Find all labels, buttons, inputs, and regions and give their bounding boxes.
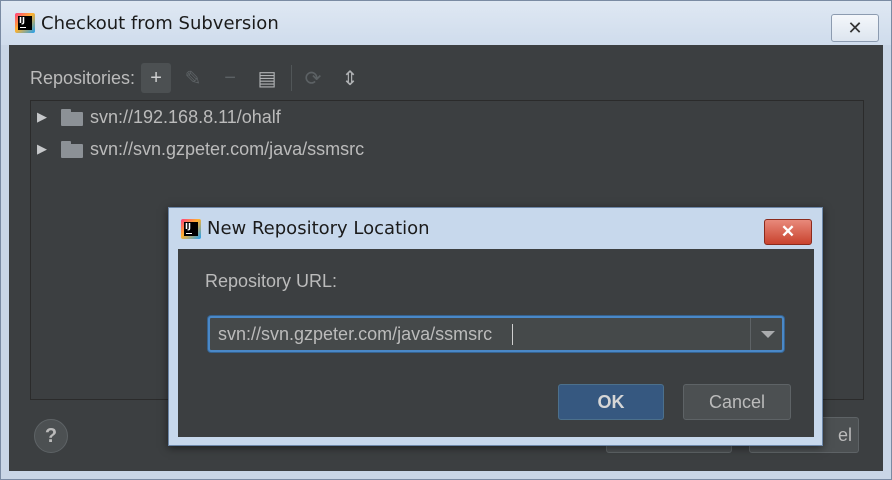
tree-row[interactable]: ▶ svn://192.168.8.11/ohalf xyxy=(31,104,281,130)
browse-icon: ▤ xyxy=(257,67,277,90)
dialog-close-button[interactable]: ✕ xyxy=(764,219,812,245)
add-icon: + xyxy=(150,66,162,89)
refresh-icon: ⟳ xyxy=(304,67,322,90)
refresh-button[interactable]: ⟳ xyxy=(298,63,328,93)
edit-repository-button[interactable]: ✎ xyxy=(178,63,208,93)
repository-url-label: Repository URL: xyxy=(205,271,338,291)
cancel-button[interactable]: Cancel xyxy=(683,384,791,420)
remove-icon: − xyxy=(224,66,236,89)
repository-url-label: svn://192.168.8.11/ohalf xyxy=(90,106,281,127)
dialog-titlebar: IJ New Repository Location ✕ xyxy=(169,208,822,249)
repository-url-combobox[interactable] xyxy=(208,316,784,352)
close-icon: ✕ xyxy=(847,17,863,38)
repositories-toolbar: Repositories: + ✎ − ▤ ⟳ ⇕ xyxy=(30,63,372,93)
close-icon: ✕ xyxy=(780,222,796,241)
expand-arrow-icon[interactable]: ▶ xyxy=(37,141,49,157)
help-icon: ? xyxy=(44,424,58,447)
tree-row[interactable]: ▶ svn://svn.gzpeter.com/java/ssmsrc xyxy=(31,136,364,162)
cancel-partial-label: el xyxy=(837,424,852,445)
dialog-title: New Repository Location xyxy=(207,218,430,239)
repository-url-input[interactable] xyxy=(210,318,750,350)
folder-icon xyxy=(61,140,83,158)
help-button[interactable]: ? xyxy=(34,419,68,453)
repositories-label: Repositories: xyxy=(30,67,136,88)
collapse-icon: ⇕ xyxy=(341,67,359,90)
intellij-logo-icon: IJ xyxy=(15,13,35,33)
browse-repository-button[interactable]: ▤ xyxy=(252,63,282,93)
window-titlebar: IJ Checkout from Subversion ✕ xyxy=(1,1,891,45)
intellij-logo-icon: IJ xyxy=(181,218,201,239)
expand-arrow-icon[interactable]: ▶ xyxy=(37,109,49,125)
window-title: Checkout from Subversion xyxy=(41,12,279,34)
dialog-body: Repository URL: OK Cancel xyxy=(178,249,814,437)
collapse-all-button[interactable]: ⇕ xyxy=(335,63,365,93)
repository-url-label: svn://svn.gzpeter.com/java/ssmsrc xyxy=(90,138,365,159)
toolbar-separator xyxy=(291,65,293,91)
new-repository-dialog: IJ New Repository Location ✕ Repository … xyxy=(168,207,823,446)
chevron-down-icon xyxy=(760,330,775,338)
ok-button[interactable]: OK xyxy=(558,384,664,420)
text-caret xyxy=(512,324,513,345)
window-close-button[interactable]: ✕ xyxy=(831,14,879,42)
folder-icon xyxy=(61,108,83,126)
add-repository-button[interactable]: + xyxy=(141,63,172,93)
remove-repository-button[interactable]: − xyxy=(215,63,245,93)
edit-icon: ✎ xyxy=(184,67,202,90)
url-dropdown-button[interactable] xyxy=(750,318,784,350)
